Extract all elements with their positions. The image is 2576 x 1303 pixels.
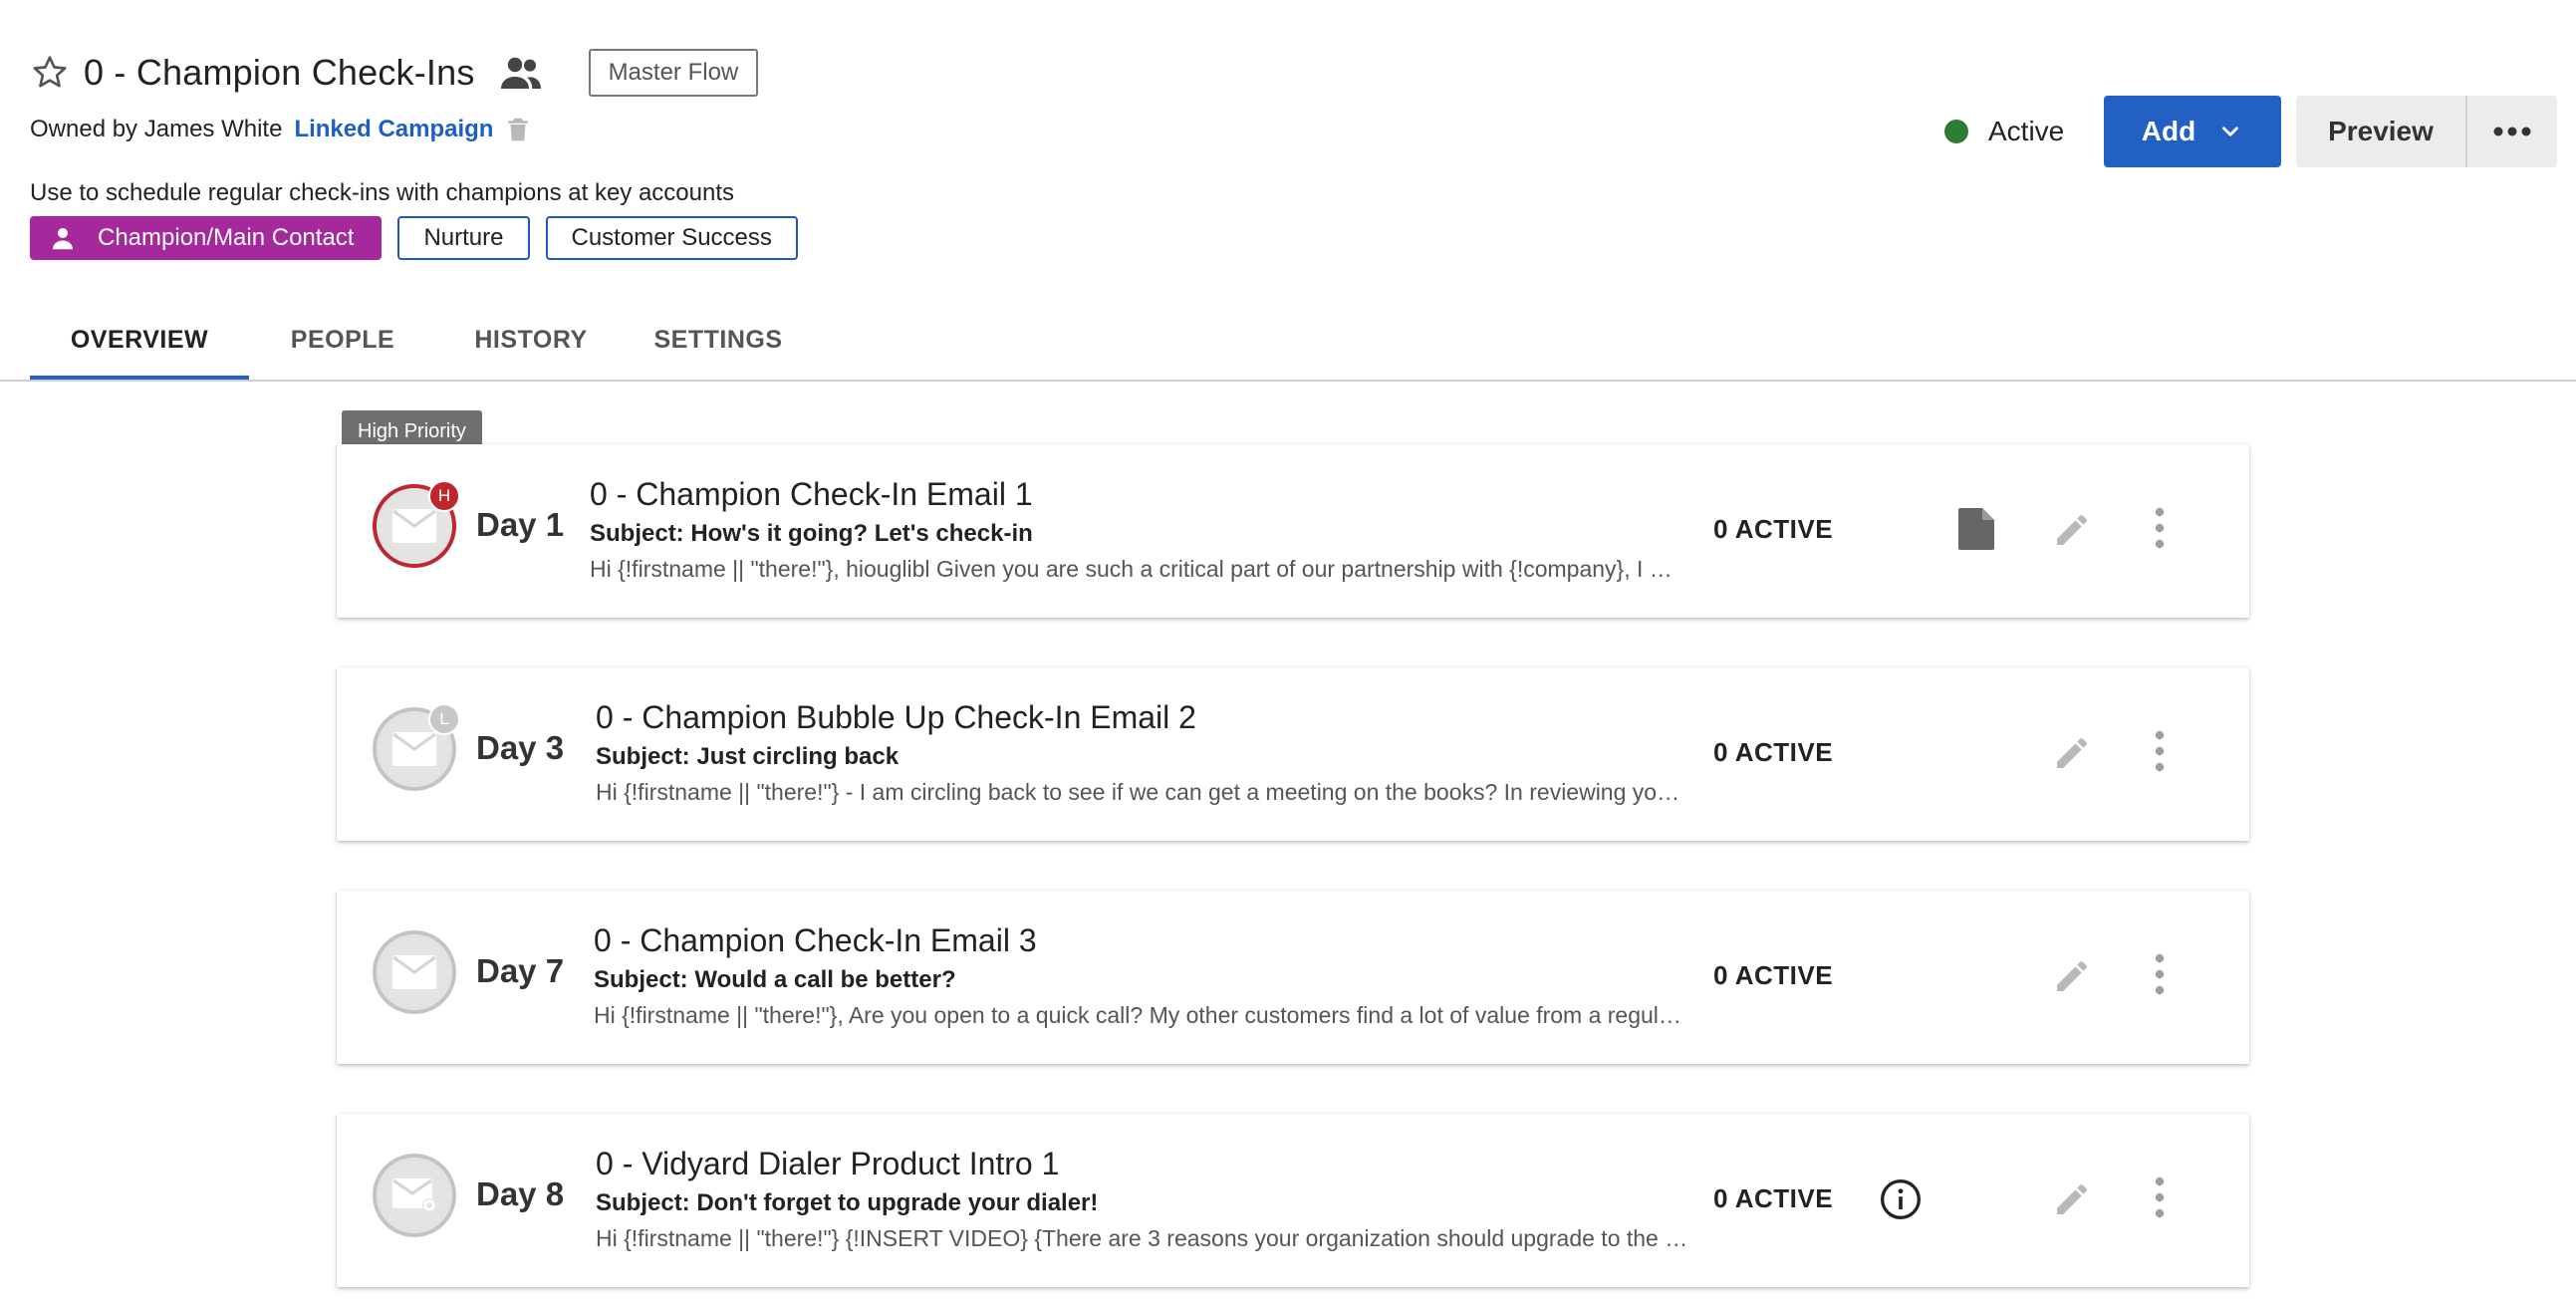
mail-icon xyxy=(392,955,436,989)
status-dot-icon xyxy=(1944,120,1968,143)
step-type-icon xyxy=(373,930,456,1014)
more-horizontal-icon xyxy=(2493,127,2531,136)
kebab-menu-icon[interactable] xyxy=(2153,729,2167,773)
edit-icon[interactable] xyxy=(2052,510,2092,550)
step-card-day-1[interactable]: H Day 1 0 - Champion Check-In Email 1 Su… xyxy=(337,444,2249,618)
owner-text: Owned by James White xyxy=(30,116,283,142)
flow-header: 0 - Champion Check-Ins Master Flow Owned… xyxy=(0,0,2576,382)
chevron-down-icon xyxy=(2222,127,2239,136)
step-title[interactable]: 0 - Champion Check-In Email 3 xyxy=(594,922,1037,959)
step-preview: Hi {!firstname || "there!"}, Are you ope… xyxy=(594,1002,1689,1028)
step-subject: Subject: Would a call be better? xyxy=(594,966,956,993)
mail-icon xyxy=(392,509,436,543)
owner-row: Owned by James White Linked Campaign xyxy=(30,112,533,147)
step-title[interactable]: 0 - Champion Check-In Email 1 xyxy=(590,476,1033,513)
step-card-day-3[interactable]: L Day 3 0 - Champion Bubble Up Check-In … xyxy=(337,667,2249,841)
title-row: 0 - Champion Check-Ins Master Flow xyxy=(30,48,759,98)
step-day: Day 7 xyxy=(476,952,565,989)
add-button[interactable]: Add xyxy=(2104,96,2281,167)
tag-label: Champion/Main Contact xyxy=(98,224,355,251)
more-options-button[interactable] xyxy=(2467,96,2557,167)
master-flow-badge: Master Flow xyxy=(588,49,759,97)
kebab-menu-icon[interactable] xyxy=(2153,1175,2167,1219)
step-title[interactable]: 0 - Champion Bubble Up Check-In Email 2 xyxy=(596,699,1196,736)
tab-settings[interactable]: SETTINGS xyxy=(626,299,811,381)
tag-customer-success[interactable]: Customer Success xyxy=(545,216,798,260)
tabs-divider xyxy=(0,380,2576,382)
document-icon[interactable] xyxy=(1956,506,1996,552)
tag-label: Customer Success xyxy=(571,224,772,251)
star-icon[interactable] xyxy=(30,53,70,93)
tab-overview[interactable]: OVERVIEW xyxy=(30,299,249,382)
status-label: Active xyxy=(1988,116,2065,146)
tags-row: Champion/Main Contact Nurture Customer S… xyxy=(30,216,798,260)
preview-button[interactable]: Preview xyxy=(2296,96,2467,167)
step-active-count: 0 ACTIVE xyxy=(1713,960,1834,990)
flow-status: Active xyxy=(1944,112,2064,151)
linked-campaign-link[interactable]: Linked Campaign xyxy=(294,116,493,143)
step-day: Day 1 xyxy=(476,506,565,543)
tag-label: Nurture xyxy=(423,224,504,251)
step-card-day-8[interactable]: Day 8 0 - Vidyard Dialer Product Intro 1… xyxy=(337,1114,2249,1287)
person-icon xyxy=(53,228,73,250)
step-subject: Subject: Don't forget to upgrade your di… xyxy=(596,1189,1099,1216)
tag-nurture[interactable]: Nurture xyxy=(397,216,530,260)
page-title: 0 - Champion Check-Ins xyxy=(84,52,475,93)
step-type-icon: L xyxy=(373,703,460,791)
kebab-menu-icon[interactable] xyxy=(2153,952,2167,996)
step-active-count: 0 ACTIVE xyxy=(1713,737,1834,767)
people-icon[interactable] xyxy=(497,49,545,97)
preview-button-group: Preview xyxy=(2296,96,2557,167)
flow-description: Use to schedule regular check-ins with c… xyxy=(30,179,735,206)
step-preview: Hi {!firstname || "there!"} {!INSERT VID… xyxy=(596,1225,1691,1251)
step-card-day-7[interactable]: Day 7 0 - Champion Check-In Email 3 Subj… xyxy=(337,891,2249,1064)
priority-badge-high[interactable]: H xyxy=(428,480,460,512)
step-type-icon: H xyxy=(373,480,460,568)
step-preview: Hi {!firstname || "there!"}, hiouglibl G… xyxy=(590,556,1685,582)
step-type-icon xyxy=(373,1154,456,1237)
step-preview: Hi {!firstname || "there!"} - I am circl… xyxy=(596,779,1691,805)
edit-icon[interactable] xyxy=(2052,1179,2092,1219)
step-active-count: 0 ACTIVE xyxy=(1713,1183,1834,1213)
step-title[interactable]: 0 - Vidyard Dialer Product Intro 1 xyxy=(596,1146,1059,1182)
info-icon[interactable] xyxy=(1879,1177,1923,1221)
tab-people[interactable]: PEOPLE xyxy=(249,299,436,381)
step-day: Day 3 xyxy=(476,729,565,766)
step-day: Day 8 xyxy=(476,1175,565,1212)
edit-icon[interactable] xyxy=(2052,956,2092,996)
trash-icon[interactable] xyxy=(503,115,533,144)
step-active-count: 0 ACTIVE xyxy=(1713,514,1834,544)
add-button-label: Add xyxy=(2141,116,2196,146)
kebab-menu-icon[interactable] xyxy=(2153,506,2167,550)
step-subject: Subject: Just circling back xyxy=(596,743,900,770)
mail-settings-icon xyxy=(392,1178,436,1212)
edit-icon[interactable] xyxy=(2052,733,2092,773)
step-subject: Subject: How's it going? Let's check-in xyxy=(590,520,1033,547)
priority-badge-low[interactable]: L xyxy=(428,703,460,735)
tag-champion-main-contact[interactable]: Champion/Main Contact xyxy=(30,216,383,260)
tab-bar: OVERVIEW PEOPLE HISTORY SETTINGS xyxy=(30,299,811,382)
mail-icon xyxy=(392,732,436,766)
tab-history[interactable]: HISTORY xyxy=(436,299,626,381)
